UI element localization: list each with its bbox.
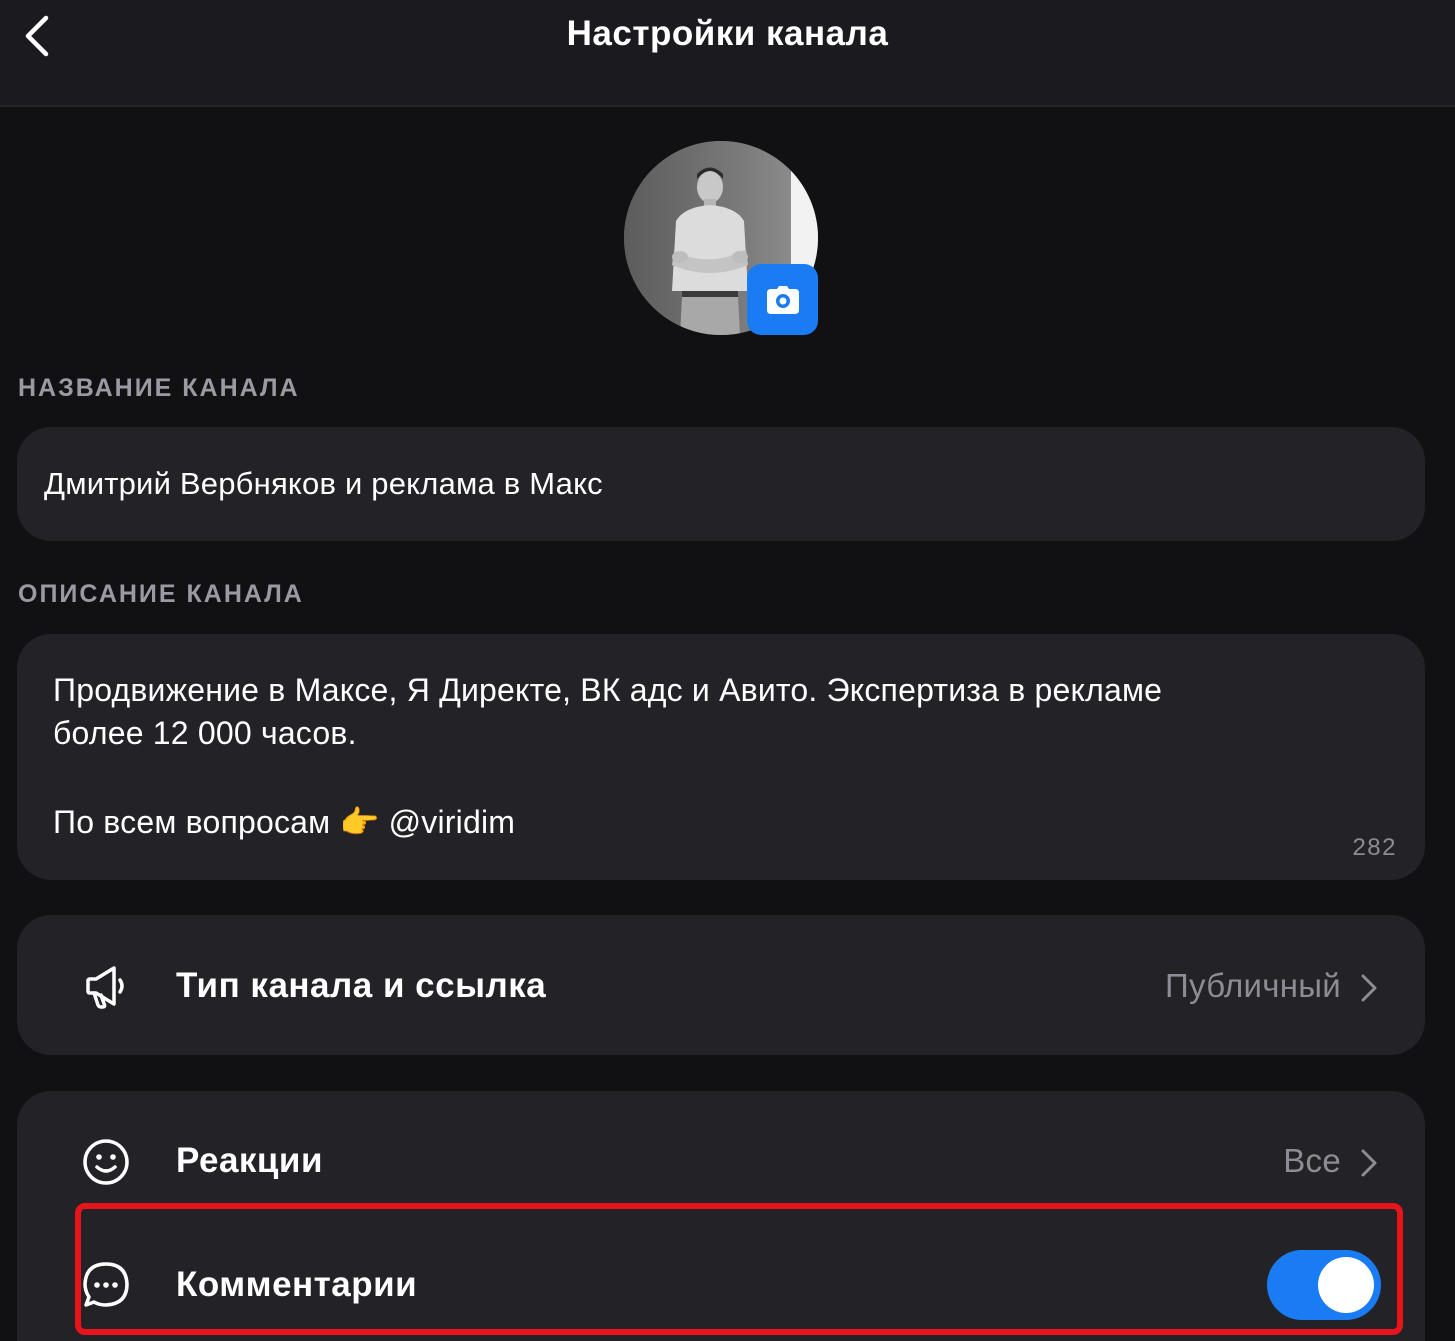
channel-name-section-label: НАЗВАНИЕ КАНАЛА	[18, 374, 300, 402]
chevron-right-icon	[1361, 974, 1377, 1002]
channel-description-section-label: ОПИСАНИЕ КАНАЛА	[18, 580, 304, 608]
comment-bubble-icon	[80, 1259, 132, 1311]
channel-description-field[interactable]	[17, 634, 1425, 880]
reactions-value: Все	[1283, 1142, 1341, 1179]
reactions-label: Реакции	[176, 1141, 323, 1180]
chevron-right-icon	[1361, 1149, 1377, 1177]
description-char-counter: 282	[1352, 834, 1397, 861]
camera-icon	[766, 285, 799, 314]
channel-settings-page: Настройки канала НАЗВАНИЕ КАНАЛА Дмитрий…	[0, 0, 1455, 1341]
channel-type-value: Публичный	[1165, 967, 1341, 1004]
description-line-3[interactable]: По всем вопросам 👉 @viridim	[53, 803, 515, 841]
megaphone-icon	[80, 960, 132, 1012]
comments-label: Комментарии	[176, 1265, 418, 1304]
toggle-knob	[1318, 1257, 1374, 1313]
description-line-2[interactable]: более 12 000 часов.	[53, 715, 357, 752]
comments-toggle[interactable]	[1267, 1250, 1381, 1320]
top-bar: Настройки канала	[0, 0, 1455, 107]
description-line-1[interactable]: Продвижение в Максе, Я Директе, ВК адс и…	[53, 672, 1162, 709]
change-photo-button[interactable]	[747, 264, 818, 335]
channel-name-value[interactable]: Дмитрий Вербняков и реклама в Макс	[44, 466, 603, 502]
avatar-section	[624, 141, 818, 335]
channel-type-label: Тип канала и ссылка	[176, 966, 547, 1005]
smile-icon	[80, 1136, 132, 1188]
page-title: Настройки канала	[566, 14, 889, 53]
